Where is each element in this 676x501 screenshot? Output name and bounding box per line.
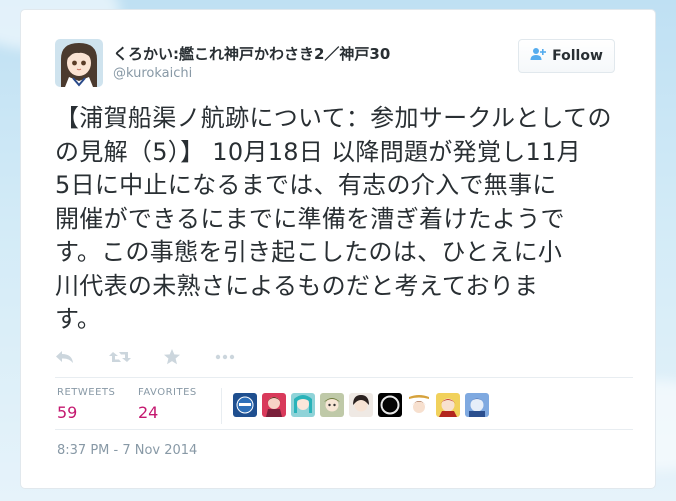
favoriter-avatar[interactable] — [320, 393, 344, 417]
reply-icon[interactable] — [55, 348, 79, 370]
retweets-count: 59 — [57, 403, 78, 422]
divider — [55, 377, 633, 378]
favoriter-avatar[interactable] — [465, 393, 489, 417]
favoriter-avatar[interactable] — [291, 393, 315, 417]
favoriter-avatar[interactable] — [349, 393, 373, 417]
tweet-text-line: の見解（5）】 10月18日 以降問題が発覚し11月 — [55, 137, 581, 166]
retweets-stat[interactable]: RETWEETS 59 — [57, 387, 115, 422]
divider — [55, 429, 633, 430]
follow-person-icon — [530, 47, 547, 65]
favoriter-avatar[interactable] — [407, 393, 431, 417]
tweet-text-line: 川代表の未熟さによるものだと考えておりま — [55, 271, 539, 300]
retweets-label: RETWEETS — [57, 387, 116, 398]
favoriter-avatar[interactable] — [233, 393, 257, 417]
favorites-count: 24 — [138, 403, 159, 422]
more-dots-icon[interactable] — [215, 348, 239, 370]
favoriter-avatar[interactable] — [436, 393, 460, 417]
stats-separator — [221, 388, 222, 424]
tweet-text-line: す。 — [55, 305, 102, 333]
retweet-icon[interactable] — [109, 348, 133, 370]
tweet-timestamp[interactable]: 8:37 PM - 7 Nov 2014 — [57, 443, 197, 458]
user-handle[interactable]: @kurokaichi — [113, 66, 192, 81]
favorite-star-icon[interactable] — [163, 348, 187, 370]
favoriter-avatar[interactable] — [378, 393, 402, 417]
display-name[interactable]: くろかい:艦これ神戸かわさき2／神戸30 — [113, 43, 390, 64]
tweet-text-line: 5日に中止になるまでは、有志の介入で無事に — [55, 171, 557, 199]
favorites-label: FAVORITES — [138, 387, 197, 398]
favoriter-avatar[interactable] — [262, 393, 286, 417]
follow-label: Follow — [552, 48, 603, 64]
tweet-card: くろかい:艦これ神戸かわさき2／神戸30 @kurokaichi Follow … — [20, 9, 656, 489]
follow-button[interactable]: Follow — [518, 39, 615, 73]
tweet-text-line: 開催ができるにまでに準備を漕ぎ着けたようで — [55, 204, 565, 233]
tweet-text-line: す。この事態を引き起こしたのは、ひとえに小 — [55, 238, 563, 266]
tweet-text-line: 【浦賀船渠ノ航跡について：参加サークルとしての — [55, 104, 612, 132]
user-avatar[interactable] — [55, 39, 103, 87]
favorites-stat[interactable]: FAVORITES 24 — [138, 387, 197, 422]
tweet-text: 【浦賀船渠ノ航跡について：参加サークルとしての の見解（5）】 10月18日 以… — [55, 102, 625, 337]
